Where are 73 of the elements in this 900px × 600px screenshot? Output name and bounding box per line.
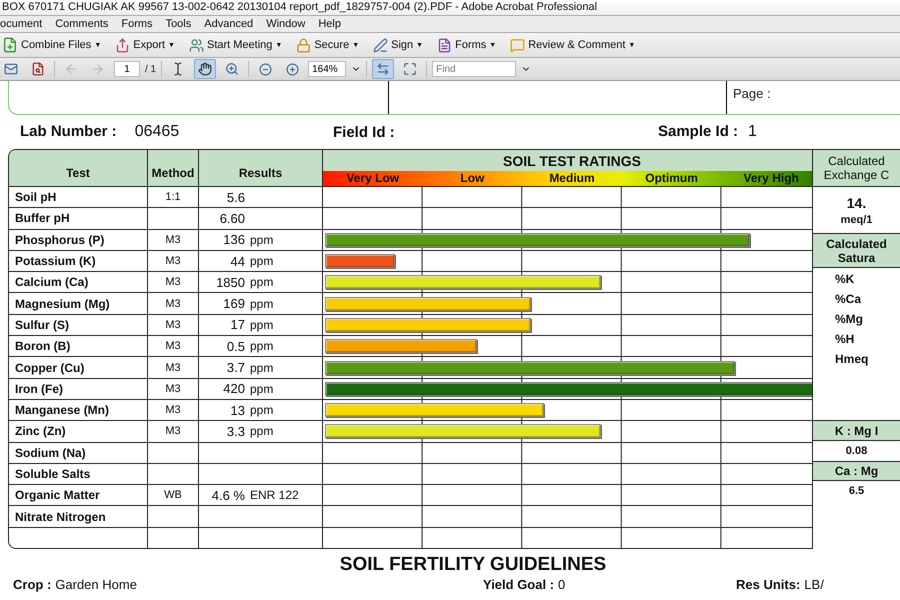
zoom-field[interactable]: 164% bbox=[308, 61, 346, 77]
saturation-label: %K bbox=[834, 272, 854, 286]
zoom-icon bbox=[225, 62, 240, 76]
saturation-header: Calculated Satura bbox=[812, 234, 900, 268]
menu-item[interactable]: Comments bbox=[55, 16, 108, 32]
result-cell: 1850 ppm bbox=[199, 272, 323, 292]
zoom-in-icon[interactable] bbox=[286, 62, 299, 76]
page-label: Page : bbox=[733, 86, 771, 101]
comment-icon bbox=[510, 38, 526, 52]
window-title: BOX 670171 CHUGIAK AK 99567 13-002-0642 20130104 report_pdf_1829757-004 (2).PDF - Adobe Acrobat Professional bbox=[0, 0, 900, 15]
saturation-label: %Mg bbox=[834, 312, 863, 326]
result-cell: 0.5 ppm bbox=[199, 336, 323, 356]
result-cell: 420 ppm bbox=[199, 378, 323, 399]
field-value: 06465 bbox=[134, 123, 180, 141]
result-cell: 17 ppm bbox=[199, 314, 323, 336]
field-value: 1 bbox=[748, 123, 757, 141]
result-cell: 13 ppm bbox=[199, 400, 323, 420]
menu-item[interactable]: Tools bbox=[166, 16, 192, 32]
menu-item[interactable]: Forms bbox=[121, 16, 153, 32]
pen-icon bbox=[373, 38, 388, 52]
saturation-label: %Ca bbox=[834, 292, 861, 306]
full-screen-icon bbox=[403, 62, 418, 76]
page-number-field[interactable]: 1 bbox=[114, 61, 140, 77]
zoom-out-icon[interactable] bbox=[258, 62, 272, 76]
menu-item[interactable]: Window bbox=[266, 16, 306, 32]
cec-value: 14. bbox=[846, 194, 866, 210]
menu-item[interactable]: Advanced bbox=[204, 16, 254, 32]
result-cell: 169 ppm bbox=[199, 293, 323, 314]
result-cell: 5.6 bbox=[199, 187, 323, 208]
ratio-header: Ca : Mg bbox=[812, 462, 900, 481]
result-cell: 3.7 ppm bbox=[199, 357, 323, 378]
file-plus-icon bbox=[2, 37, 18, 53]
saturation-label: Hmeq bbox=[834, 352, 868, 366]
column-header: Results bbox=[199, 150, 323, 186]
find-field[interactable]: Find bbox=[432, 61, 516, 77]
result-cell: 136 ppm bbox=[199, 230, 323, 250]
field-label: Lab Number : bbox=[20, 123, 117, 140]
ratio-value: 6.5 bbox=[848, 484, 864, 496]
menu-item[interactable]: Help bbox=[318, 16, 341, 32]
result-cell: 6.60 bbox=[199, 208, 323, 229]
cec-unit: meq/1 bbox=[840, 214, 872, 226]
result-cell: 3.3 ppm bbox=[199, 421, 323, 442]
lock-icon bbox=[296, 38, 312, 52]
people-icon bbox=[188, 38, 204, 52]
view-button[interactable] bbox=[372, 59, 394, 79]
cec-header: Calculated Exchange C bbox=[812, 150, 900, 187]
mail-icon[interactable] bbox=[4, 62, 18, 76]
result-cell: 4.6 % ENR 122 bbox=[199, 485, 323, 506]
page-count: / 1 bbox=[145, 64, 156, 74]
footer-value: LB/ bbox=[804, 577, 824, 594]
menu-item[interactable]: ocument bbox=[0, 16, 42, 32]
fit-width-icon bbox=[376, 62, 390, 76]
ratio-header: K : Mg I bbox=[812, 421, 900, 441]
hand-icon bbox=[198, 62, 212, 76]
section-title: SOIL FERTILITY GUIDELINES bbox=[338, 554, 608, 576]
saturation-label: %H bbox=[834, 332, 854, 346]
ratio-value: 0.08 bbox=[846, 445, 868, 457]
tool-button[interactable] bbox=[194, 59, 216, 79]
document-search-icon[interactable] bbox=[31, 62, 45, 76]
result-cell: 44 ppm bbox=[199, 250, 323, 272]
ratings-title: SOIL TEST RATINGS bbox=[502, 153, 642, 171]
column-header: Test bbox=[9, 150, 148, 186]
footer-label: Crop : bbox=[13, 577, 52, 594]
field-label: Field Id : bbox=[333, 124, 395, 140]
column-header: Method bbox=[148, 150, 199, 186]
form-icon bbox=[437, 38, 452, 52]
footer-value: 0 bbox=[558, 577, 566, 594]
footer-value: Garden Home bbox=[55, 577, 137, 594]
footer-label: Yield Goal : bbox=[483, 577, 554, 594]
footer-label: Res Units: bbox=[736, 577, 800, 594]
field-label: Sample Id : bbox=[658, 123, 738, 140]
export-icon bbox=[115, 38, 130, 52]
rating-scale: Very Low Low Medium Optimum Very High bbox=[323, 171, 812, 186]
